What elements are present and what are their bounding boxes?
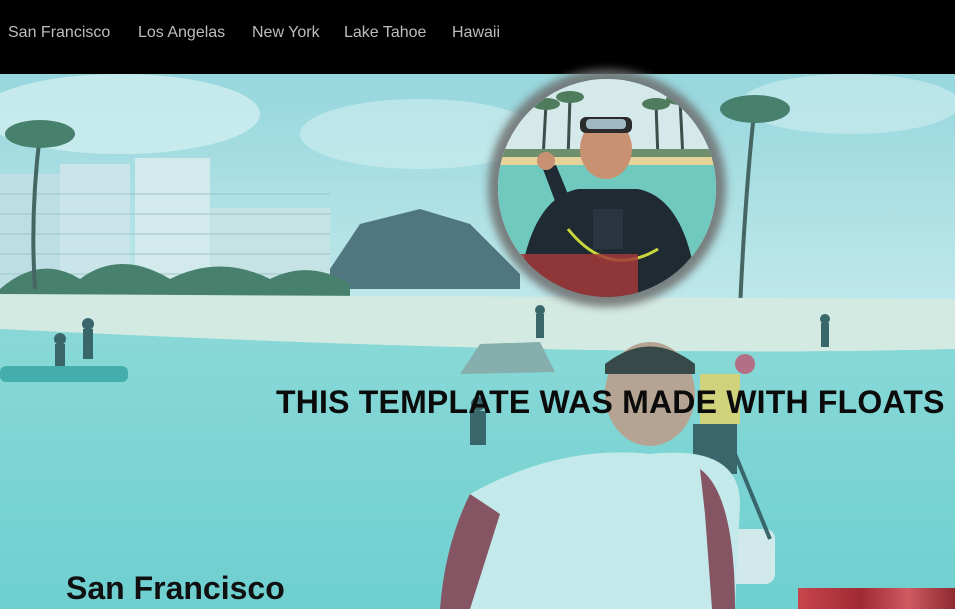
nav-link-los-angelas[interactable]: Los Angelas (138, 24, 225, 42)
hero-headline: THIS TEMPLATE WAS MADE WITH FLOATS (276, 384, 945, 420)
diver-photo-image (498, 79, 716, 297)
hero-background-image (0, 74, 955, 609)
corner-image-fragment (798, 588, 955, 609)
beach-scene-image (0, 74, 955, 609)
top-nav: San Francisco Los Angelas New York Lake … (0, 0, 955, 74)
profile-photo (498, 79, 716, 297)
nav-link-lake-tahoe[interactable]: Lake Tahoe (344, 24, 426, 42)
nav-link-hawaii[interactable]: Hawaii (452, 24, 500, 42)
nav-link-san-francisco[interactable]: San Francisco (8, 24, 110, 42)
nav-link-new-york[interactable]: New York (252, 24, 320, 42)
section-title: San Francisco (66, 570, 285, 606)
